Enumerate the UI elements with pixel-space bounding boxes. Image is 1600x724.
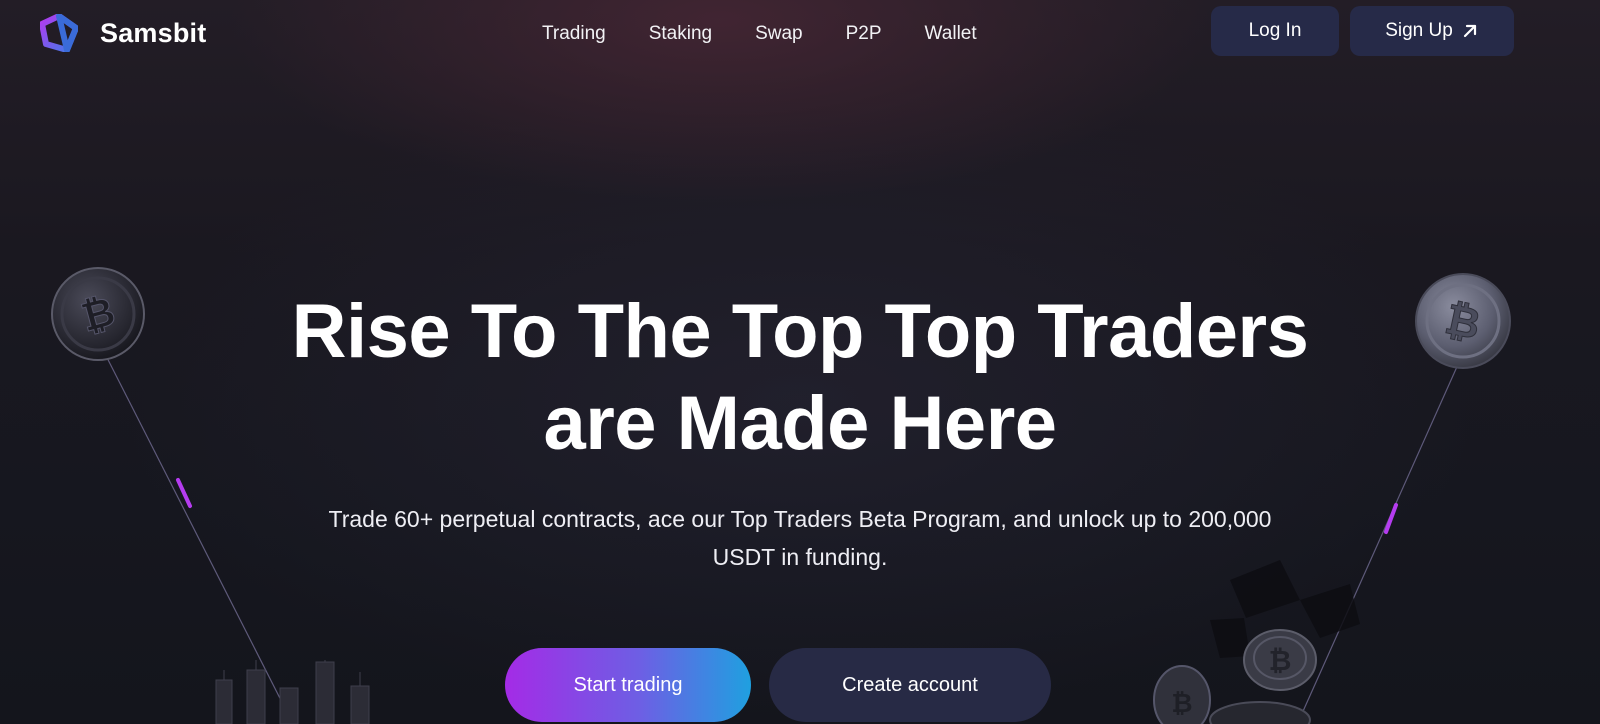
svg-text:₿: ₿ — [1269, 644, 1292, 677]
start-trading-label: Start trading — [573, 673, 683, 696]
main-nav: Trading Staking Swap P2P Wallet — [542, 22, 977, 46]
create-account-button[interactable]: Create account — [769, 648, 1051, 722]
nav-item-wallet[interactable]: Wallet — [925, 22, 977, 46]
landing-page: ₿ ₿ ₿ ₿ Samsbit Trading Staking Swap P2P… — [0, 0, 1600, 724]
auth-buttons: Log In Sign Up — [1211, 6, 1514, 56]
signup-button-label: Sign Up — [1385, 20, 1453, 41]
brand-name: Samsbit — [100, 17, 207, 48]
arrow-up-right-icon — [1463, 24, 1476, 38]
hero-cta-row: Start trading Create account — [505, 648, 1051, 722]
brand-home-link[interactable]: Samsbit — [40, 14, 206, 52]
create-account-label: Create account — [842, 673, 978, 696]
start-trading-button[interactable]: Start trading — [505, 648, 751, 722]
nav-item-swap[interactable]: Swap — [755, 22, 803, 46]
signup-button[interactable]: Sign Up — [1350, 6, 1514, 56]
hero-title-line-2: are Made Here — [543, 381, 1057, 466]
coins-pile-decoration: ₿ ₿ — [1153, 560, 1360, 724]
samsbit-logo-icon — [40, 14, 78, 52]
nav-item-trading[interactable]: Trading — [542, 22, 606, 46]
login-button-label: Log In — [1248, 20, 1302, 41]
svg-text:₿: ₿ — [1171, 689, 1192, 719]
nav-item-staking[interactable]: Staking — [649, 22, 712, 46]
login-button[interactable]: Log In — [1211, 6, 1339, 56]
hero-title-line-1: Rise To The Top Top Traders — [291, 289, 1309, 374]
hero-subtitle: Trade 60+ perpetual contracts, ace our T… — [328, 506, 1272, 570]
nav-item-p2p[interactable]: P2P — [846, 22, 882, 46]
site-header: Samsbit Trading Staking Swap P2P Wallet … — [0, 0, 1600, 70]
candlestick-decoration — [215, 660, 370, 724]
hero-title: Rise To The Top Top Traders are Made Her… — [0, 286, 1600, 470]
